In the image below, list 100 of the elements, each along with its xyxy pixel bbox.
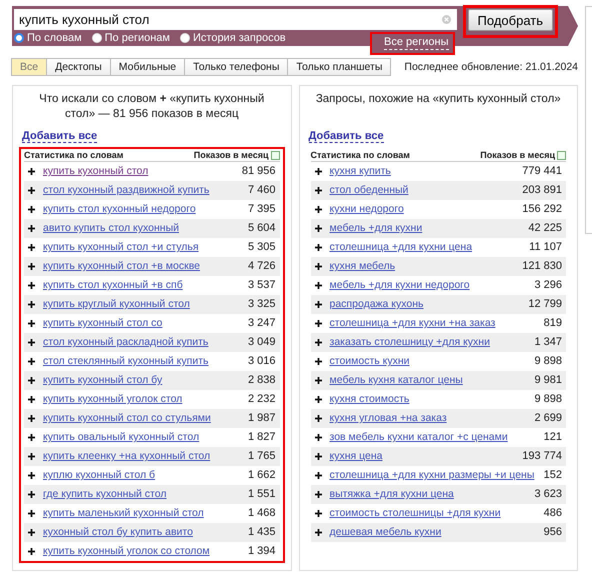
phrase-link[interactable]: столешница +для кухни цена [330,241,522,254]
phrase-link[interactable]: купить стол кухонный +в спб [43,279,240,292]
phrase-link[interactable]: стоимость столешницы +для кухни [330,507,536,520]
phrase-link[interactable]: куплю кухонный стол б [43,469,240,482]
phrase-link[interactable]: мебель +для кухни недорого [330,279,526,292]
add-icon[interactable] [28,453,35,460]
add-icon[interactable] [314,187,322,194]
add-icon[interactable] [314,491,322,498]
filter-tab[interactable]: Десктопы [46,58,111,76]
phrase-link[interactable]: купить кухонный стол со стульями [43,412,240,425]
count-text: 203 891 [522,184,562,197]
phrase-link[interactable]: стол стеклянный кухонный купить [43,355,240,368]
add-icon[interactable] [28,377,35,384]
phrase-link[interactable]: кухня угловая +на заказ [330,412,526,425]
submit-button[interactable]: Подобрать [468,9,553,31]
add-icon[interactable] [28,206,35,213]
phrase-link[interactable]: кухня мебель [330,260,514,273]
phrase-link[interactable]: купить кухонный уголок со столом [43,545,240,558]
add-icon[interactable] [314,168,322,175]
add-icon[interactable] [314,244,322,251]
add-icon[interactable] [314,206,322,213]
add-icon[interactable] [28,187,35,194]
phrase-link[interactable]: столешница +для кухни +на заказ [330,317,536,330]
add-icon[interactable] [314,282,322,289]
phrase-link[interactable]: кухня стоимость [330,393,526,406]
phrase-link[interactable]: купить стол кухонный недорого [43,203,240,216]
add-icon[interactable] [314,510,322,517]
phrase-link[interactable]: стоимость кухни [330,355,526,368]
phrase-link[interactable]: мебель +для кухни [330,222,520,235]
phrase-link[interactable]: стол кухонный раздвижной купить [43,184,240,197]
add-all-link[interactable]: Добавить все [22,130,98,143]
add-icon[interactable] [28,510,35,517]
add-icon[interactable] [314,339,322,346]
add-all-link[interactable]: Добавить все [308,130,384,143]
add-icon[interactable] [28,320,35,327]
phrase-link[interactable]: мебель кухня каталог цены [330,374,526,387]
add-icon[interactable] [28,225,35,232]
phrase-link[interactable]: дешевая мебель кухни [330,526,536,539]
add-icon[interactable] [314,453,322,460]
phrase-link[interactable]: кухни недорого [330,203,514,216]
add-icon[interactable] [314,301,322,308]
phrase-link[interactable]: купить кухонный стол бу [43,374,240,387]
add-icon[interactable] [314,320,322,327]
column-header: Статистика по словам [24,150,124,160]
phrase-link[interactable]: столешница +для кухни размеры +и цены [330,469,536,482]
add-icon[interactable] [28,472,35,479]
regions-link[interactable]: Все регионы [384,36,449,50]
add-icon[interactable] [314,434,322,441]
phrase-link[interactable]: кухонный стол бу купить авито [43,526,240,539]
add-icon[interactable] [28,434,35,441]
phrase-link[interactable]: где купить кухонный стол [43,488,240,501]
add-icon[interactable] [28,301,35,308]
add-icon[interactable] [28,358,35,365]
add-icon[interactable] [314,358,322,365]
add-icon[interactable] [314,529,322,536]
phrase-link[interactable]: купить кухонный стол [43,165,234,178]
radio-option[interactable]: История запросов [180,32,286,44]
phrase-link[interactable]: купить кухонный стол +в москве [43,260,240,273]
phrase-link[interactable]: вытяжка +для кухни цена [330,488,526,501]
phrase-link[interactable]: купить кухонный стол со [43,317,240,330]
add-icon[interactable] [28,282,35,289]
phrase-link[interactable]: стол обеденный [330,184,514,197]
phrase-link[interactable]: кухня цена [330,450,514,463]
filter-tab[interactable]: Мобильные [110,58,186,76]
add-icon[interactable] [28,415,35,422]
phrase-link[interactable]: купить круглый кухонный стол [43,298,240,311]
add-icon[interactable] [28,548,35,555]
phrase-link[interactable]: авито купить стол кухонный [43,222,240,235]
add-icon[interactable] [28,529,35,536]
help-icon[interactable] [557,150,566,160]
add-icon[interactable] [314,472,322,479]
phrase-link[interactable]: купить маленький кухонный стол [43,507,240,520]
filter-tab[interactable]: Только телефоны [184,58,288,76]
add-icon[interactable] [314,377,322,384]
phrase-link[interactable]: купить кухонный стол +и стулья [43,241,240,254]
phrase-link[interactable]: купить овальный кухонный стол [43,431,240,444]
phrase-link[interactable]: кухня купить [330,165,514,178]
count-text: 1 468 [248,507,276,520]
add-icon[interactable] [28,244,35,251]
phrase-link[interactable]: заказать столешницу +для кухни [330,336,526,349]
add-icon[interactable] [28,168,35,175]
radio-option[interactable]: По словам [14,32,82,44]
help-icon[interactable] [270,150,280,160]
phrase-link[interactable]: распродажа кухонь [330,298,520,311]
phrase-link[interactable]: купить клеенку +на кухонный стол [43,450,240,463]
add-icon[interactable] [314,396,322,403]
radio-option[interactable]: По регионам [92,32,170,44]
add-icon[interactable] [28,491,35,498]
phrase-link[interactable]: купить кухонный уголок стол [43,393,240,406]
phrase-link[interactable]: зов мебель кухни каталог +с ценами [330,431,536,444]
add-icon[interactable] [28,263,35,270]
filter-tab[interactable]: Только планшеты [287,58,392,76]
phrase-link[interactable]: стол кухонный раскладной купить [43,336,240,349]
add-icon[interactable] [314,415,322,422]
search-field[interactable]: купить кухонный стол [14,9,457,30]
add-icon[interactable] [28,396,35,403]
add-icon[interactable] [28,339,35,346]
add-icon[interactable] [314,263,322,270]
filter-tab[interactable]: Все [11,58,48,76]
add-icon[interactable] [314,225,322,232]
